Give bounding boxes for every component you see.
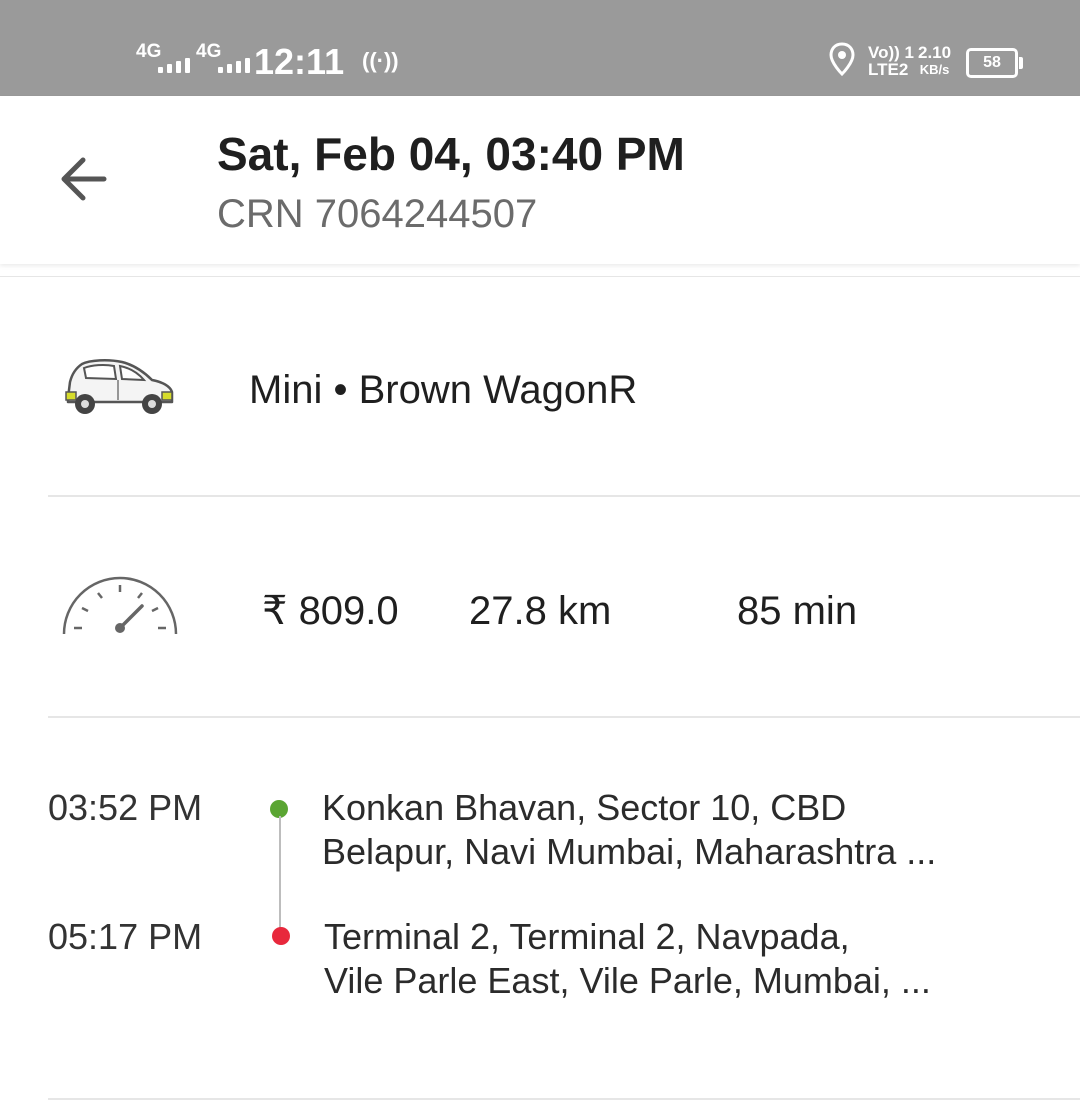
battery-level: 58: [983, 54, 1001, 71]
location-icon: [829, 42, 855, 76]
drop-address-line1: Terminal 2, Terminal 2, Navpada,: [324, 916, 850, 957]
drop-address-line2: Vile Parle East, Vile Parle, Mumbai, ...: [324, 960, 931, 1001]
ride-duration: 85 min: [737, 589, 858, 633]
speed-value: 2.10: [918, 43, 952, 62]
speed-unit: KB/s: [919, 62, 950, 77]
car-icon: [65, 359, 174, 414]
drop-address: Terminal 2, Terminal 2, Navpada, Vile Pa…: [324, 915, 984, 1003]
volte-indicator: Vo)) 1 LTE2: [868, 44, 914, 78]
signal-icon-2: [218, 58, 250, 73]
drop-time: 05:17 PM: [48, 916, 203, 957]
route-line: [279, 816, 281, 930]
pickup-address: Konkan Bhavan, Sector 10, CBD Belapur, N…: [322, 786, 982, 874]
status-bar: 4G 4G 12:11 ((·)) Vo)) 1 LTE2 2.10 KB/s …: [0, 0, 1080, 96]
section-divider: [48, 1098, 1080, 1100]
back-button[interactable]: [52, 148, 118, 210]
speedometer-icon: [62, 576, 178, 635]
signal-icon-1: [158, 58, 190, 73]
battery-icon: 58: [966, 48, 1023, 78]
ride-distance: 27.8 km: [469, 589, 612, 633]
pickup-time: 03:52 PM: [48, 787, 203, 828]
pickup-address-line1: Konkan Bhavan, Sector 10, CBD: [322, 787, 847, 828]
network-speed: 2.10 KB/s: [918, 44, 951, 78]
drop-dot-icon: [272, 927, 290, 945]
page-title: Sat, Feb 04, 03:40 PM: [217, 128, 685, 180]
booking-crn: CRN 7064244507: [217, 192, 538, 236]
arrow-left-icon: [61, 157, 107, 201]
vehicle-info: Mini • Brown WagonR: [249, 368, 638, 412]
app-header: Sat, Feb 04, 03:40 PM CRN 7064244507: [0, 96, 1080, 264]
fare-amount: ₹ 809.0: [262, 589, 399, 633]
section-divider: [48, 716, 1080, 718]
volte-line2: LTE2: [868, 60, 909, 79]
volte-line1: Vo)) 1: [868, 43, 914, 62]
section-divider: [48, 495, 1080, 497]
hotspot-icon: ((·)): [362, 48, 399, 73]
pickup-address-line2: Belapur, Navi Mumbai, Maharashtra ...: [322, 831, 937, 872]
status-time: 12:11: [254, 41, 345, 82]
header-divider: [0, 276, 1080, 277]
